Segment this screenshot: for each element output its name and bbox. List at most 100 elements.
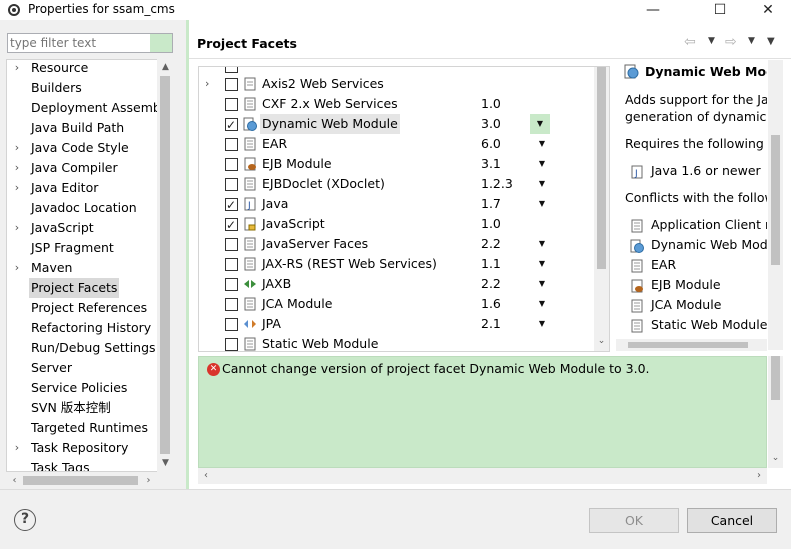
version-dropdown-icon[interactable]: ▼ [533,314,551,334]
sidebar-item[interactable]: › Java Compiler [7,158,159,178]
content-horizontal-scrollbar[interactable]: ‹ › [198,468,767,484]
scroll-thumb[interactable] [160,76,170,454]
facet-row[interactable]: JCA Module 1.6 ▼ [199,294,594,314]
scroll-down-icon[interactable]: ▼ [157,455,174,472]
sidebar-item[interactable]: SVN 版本控制 [7,398,159,418]
sidebar-item[interactable]: Targeted Runtimes [7,418,159,438]
sidebar-item[interactable]: Run/Debug Settings [7,338,159,358]
tree-vertical-scrollbar[interactable]: ▲ ▼ [157,59,174,472]
scroll-down-icon[interactable]: ⌄ [768,453,783,468]
filter-clear-button[interactable] [150,34,172,52]
sidebar-item[interactable]: Service Policies [7,378,159,398]
minimize-button[interactable]: — [630,0,676,20]
expand-arrow-icon[interactable]: › [10,438,24,458]
facet-checkbox[interactable] [225,258,238,271]
facet-checkbox[interactable] [225,238,238,251]
scroll-down-icon[interactable]: ⌄ [594,336,609,351]
forward-arrow-icon[interactable]: ⇨ [725,34,737,50]
facet-row[interactable]: JavaServer Faces 2.2 ▼ [199,234,594,254]
tree-horizontal-scrollbar[interactable]: ‹ › [6,472,157,489]
facet-checkbox[interactable] [225,215,238,235]
cancel-button[interactable]: Cancel [687,508,777,533]
filter-input[interactable] [8,34,148,52]
facet-row[interactable]: EJB Module 3.1 ▼ [199,154,594,174]
maximize-button[interactable]: ☐ [697,0,743,20]
sidebar-item[interactable]: › Java Code Style [7,138,159,158]
sidebar-item[interactable]: Refactoring History [7,318,159,338]
scroll-thumb[interactable] [771,356,780,400]
details-vertical-scrollbar[interactable] [768,60,783,350]
facet-checkbox[interactable] [225,195,238,215]
facet-checkbox[interactable] [225,338,238,351]
version-dropdown-icon[interactable]: ▼ [533,154,551,174]
facet-row[interactable]: Dynamic Web Module 3.0 ▼ [199,114,594,135]
sidebar-item[interactable]: Project References [7,298,159,318]
sidebar-item[interactable]: › Task Repository [7,438,159,458]
facet-row[interactable]: Static Web Module [199,334,594,351]
sidebar-item[interactable]: Project Facets [7,278,159,298]
sidebar-item[interactable]: › JavaScript [7,218,159,238]
facet-checkbox[interactable] [225,67,238,73]
version-dropdown-icon[interactable]: ▼ [533,134,551,154]
expand-arrow-icon[interactable]: › [10,258,24,278]
sidebar-item[interactable]: › Resource [7,60,159,78]
expand-arrow-icon[interactable]: › [10,60,24,78]
expand-arrow-icon[interactable]: › [205,74,209,94]
facet-row[interactable]: JAXB 2.2 ▼ [199,274,594,294]
sidebar-item[interactable]: › Maven [7,258,159,278]
scroll-right-icon[interactable]: › [140,472,157,489]
help-icon[interactable]: ? [14,509,36,531]
sidebar-item[interactable]: Builders [7,78,159,98]
details-horizontal-scrollbar[interactable] [616,339,767,351]
sidebar-item[interactable]: Javadoc Location [7,198,159,218]
version-dropdown-icon[interactable]: ▼ [533,274,551,294]
sidebar-item[interactable]: Task Tags [7,458,159,471]
scroll-thumb[interactable] [771,135,780,265]
facet-checkbox[interactable] [225,115,238,135]
close-button[interactable]: ✕ [745,0,791,20]
facet-row[interactable]: › Axis2 Web Services [199,74,594,94]
version-dropdown-icon[interactable]: ▼ [533,294,551,314]
forward-history-dropdown-icon[interactable]: ▼ [748,36,755,46]
expand-arrow-icon[interactable]: › [10,138,24,158]
sidebar-item[interactable]: › Java Editor [7,178,159,198]
version-dropdown-icon[interactable]: ▼ [533,194,551,214]
scroll-thumb[interactable] [597,67,606,269]
expand-arrow-icon[interactable]: › [10,158,24,178]
version-dropdown-icon[interactable]: ▼ [533,254,551,274]
expand-arrow-icon[interactable]: › [10,218,24,238]
version-dropdown-icon[interactable]: ▼ [530,114,550,134]
scroll-thumb[interactable] [23,476,138,485]
facet-checkbox[interactable] [225,138,238,151]
facet-row[interactable]: JAX-RS (REST Web Services) 1.1 ▼ [199,254,594,274]
ok-button[interactable]: OK [589,508,679,533]
facet-checkbox[interactable] [225,78,238,91]
view-menu-icon[interactable]: ▼ [767,36,775,47]
scroll-left-icon[interactable]: ‹ [6,472,23,489]
facets-vertical-scrollbar[interactable]: ⌄ [594,67,609,351]
scroll-up-icon[interactable]: ▲ [157,59,174,76]
scroll-left-icon[interactable]: ‹ [198,468,214,484]
sidebar-item[interactable]: JSP Fragment [7,238,159,258]
message-vertical-scrollbar[interactable]: ⌄ [768,356,783,468]
facet-checkbox[interactable] [225,178,238,191]
sidebar-item[interactable]: Java Build Path [7,118,159,138]
facet-row[interactable]: JavaScript 1.0 [199,214,594,235]
facet-checkbox[interactable] [225,278,238,291]
facet-checkbox[interactable] [225,318,238,331]
facet-row[interactable]: EAR 6.0 ▼ [199,134,594,154]
scroll-thumb[interactable] [628,342,748,348]
expand-arrow-icon[interactable]: › [10,178,24,198]
facet-checkbox[interactable] [225,298,238,311]
facet-row[interactable]: JPA 2.1 ▼ [199,314,594,334]
version-dropdown-icon[interactable]: ▼ [533,234,551,254]
facet-row[interactable]: EJBDoclet (XDoclet) 1.2.3 ▼ [199,174,594,194]
facet-checkbox[interactable] [225,98,238,111]
facet-row[interactable]: CXF 2.x Web Services 1.0 [199,94,594,114]
facet-row[interactable]: J Java 1.7 ▼ [199,194,594,215]
version-dropdown-icon[interactable]: ▼ [533,174,551,194]
scroll-right-icon[interactable]: › [751,468,767,484]
back-history-dropdown-icon[interactable]: ▼ [708,36,715,46]
sidebar-item[interactable]: Server [7,358,159,378]
back-arrow-icon[interactable]: ⇦ [684,34,696,50]
